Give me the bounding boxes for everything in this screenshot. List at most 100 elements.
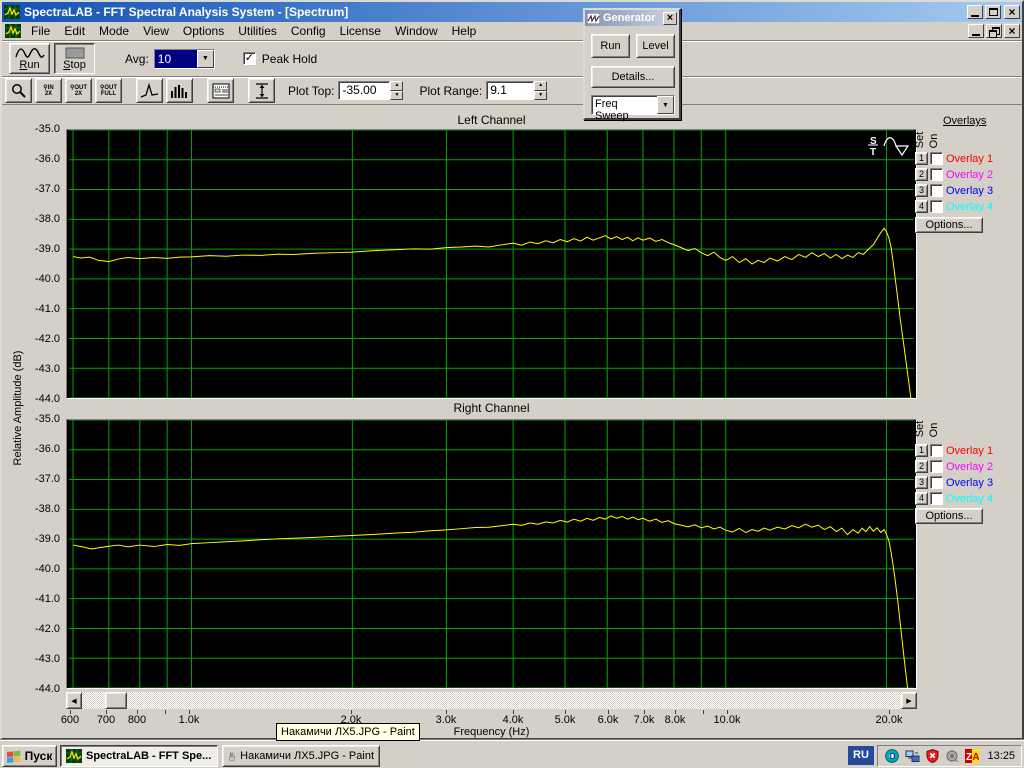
- generator-run-button[interactable]: Run: [591, 34, 630, 58]
- scroll-right-button[interactable]: ▶: [901, 692, 917, 709]
- search-icon: [11, 83, 27, 99]
- overlay-on-checkbox-4[interactable]: [930, 492, 943, 505]
- minimize-button[interactable]: [967, 5, 983, 19]
- task-button-paint[interactable]: Накамичи ЛХ5.JPG - Paint: [222, 745, 380, 767]
- overlay-on-checkbox-2[interactable]: [930, 460, 943, 473]
- overlay-on-checkbox-3[interactable]: [930, 476, 943, 489]
- run-button[interactable]: Run: [9, 43, 50, 74]
- y-tick-label: -36.0: [20, 443, 60, 455]
- overlay-options-button[interactable]: Options...: [915, 217, 983, 233]
- y-tick-label: -39.0: [20, 243, 60, 255]
- spin-up-icon[interactable]: ▲: [390, 81, 403, 91]
- mdi-restore-button[interactable]: [986, 24, 1002, 38]
- minimize-icon: [971, 15, 979, 17]
- zoom-out-2x-button[interactable]: ⚲OUT 2X: [65, 78, 92, 103]
- bar-plot-mode-button[interactable]: [166, 78, 193, 103]
- overlay-set-button-2[interactable]: 2: [915, 460, 928, 473]
- zoom-out-full-button[interactable]: ⚲OUT FULL: [95, 78, 122, 103]
- menu-item-options[interactable]: Options: [176, 22, 231, 40]
- maximize-button[interactable]: [985, 5, 1001, 19]
- menu-item-view[interactable]: View: [136, 22, 176, 40]
- scroll-left-button[interactable]: ◀: [66, 692, 82, 709]
- clock: 13:25: [987, 750, 1015, 762]
- generator-level-button[interactable]: Level: [636, 34, 675, 58]
- cd-player-tray-icon[interactable]: D: [884, 748, 900, 764]
- overlay-set-button-1[interactable]: 1: [915, 444, 928, 457]
- x-tick-mark: [703, 710, 704, 714]
- generator-mode-combobox[interactable]: Freq Sweep ▼: [591, 95, 675, 115]
- spectralab-task-icon: [66, 749, 82, 763]
- y-tick-label: -43.0: [20, 363, 60, 375]
- chevron-down-icon[interactable]: ▼: [657, 96, 674, 114]
- menu-item-license[interactable]: License: [333, 22, 388, 40]
- overlay-set-button-3[interactable]: 3: [915, 184, 928, 197]
- overlay-set-button-3[interactable]: 3: [915, 476, 928, 489]
- x-tick-label: 800: [115, 714, 159, 726]
- zoom-in-2x-button[interactable]: ⚲IN 2X: [35, 78, 62, 103]
- plot-range-input[interactable]: 9.1: [486, 81, 534, 100]
- overlay-set-button-1[interactable]: 1: [915, 152, 928, 165]
- mdi-minimize-button[interactable]: [968, 24, 984, 38]
- generator-details-button[interactable]: Details...: [591, 66, 675, 88]
- y-tick-label: -44.0: [20, 393, 60, 405]
- main-toolbar: Run Stop Avg: 10 ▼ ✓ Peak Hold: [2, 41, 1022, 77]
- display-settings-button[interactable]: [207, 78, 234, 103]
- mdi-close-button[interactable]: ×: [1004, 24, 1020, 38]
- plot-top-label: Plot Top:: [288, 84, 334, 98]
- spin-down-icon[interactable]: ▼: [390, 91, 403, 101]
- menu-item-utilities[interactable]: Utilities: [231, 22, 284, 40]
- peak-hold-checkbox[interactable]: ✓: [243, 52, 256, 65]
- generator-close-button[interactable]: ×: [663, 12, 677, 25]
- plot-top-input[interactable]: -35.00: [338, 81, 390, 100]
- scrollbar-thumb[interactable]: [105, 692, 127, 709]
- task-button-spectralab[interactable]: SpectraLAB - FFT Spe...: [60, 745, 218, 767]
- language-indicator[interactable]: RU: [848, 746, 874, 765]
- plot-top-spinner[interactable]: ▲▼: [390, 81, 403, 100]
- overlay-set-button-4[interactable]: 4: [915, 200, 928, 213]
- overlay-on-checkbox-2[interactable]: [930, 168, 943, 181]
- overlay-on-checkbox-3[interactable]: [930, 184, 943, 197]
- zonealarm-tray-icon[interactable]: ZA: [964, 748, 980, 764]
- spin-up-icon[interactable]: ▲: [534, 81, 547, 91]
- overlay-on-checkbox-4[interactable]: [930, 200, 943, 213]
- plot-horizontal-scrollbar[interactable]: ◀ ▶: [66, 692, 917, 709]
- x-tick-label: 8.0k: [653, 714, 697, 726]
- stop-label: top: [71, 59, 86, 71]
- menu-item-file[interactable]: File: [24, 22, 57, 40]
- generator-title: Generator: [603, 12, 661, 24]
- spectrum-curve-icon: [140, 83, 160, 99]
- overlay-set-button-2[interactable]: 2: [915, 168, 928, 181]
- start-button[interactable]: Пуск: [2, 745, 57, 767]
- overlay-on-checkbox-1[interactable]: [930, 152, 943, 165]
- overlay-set-label: Set: [914, 128, 926, 152]
- svg-text:T: T: [870, 147, 876, 158]
- taskbar-tooltip: Накамичи ЛХ5.JPG - Paint: [276, 723, 420, 741]
- menu-item-edit[interactable]: Edit: [57, 22, 92, 40]
- network-tray-icon[interactable]: [904, 748, 920, 764]
- spin-down-icon[interactable]: ▼: [534, 91, 547, 101]
- y-tick-label: -41.0: [20, 593, 60, 605]
- zoom-button[interactable]: [5, 78, 32, 103]
- overlay-options-button[interactable]: Options...: [915, 508, 983, 524]
- mdi-minimize-icon: [972, 34, 980, 36]
- menu-item-mode[interactable]: Mode: [92, 22, 136, 40]
- overlay-on-checkbox-1[interactable]: [930, 444, 943, 457]
- menu-item-window[interactable]: Window: [388, 22, 445, 40]
- stop-button[interactable]: Stop: [54, 43, 95, 74]
- menu-item-help[interactable]: Help: [445, 22, 484, 40]
- menu-item-config[interactable]: Config: [284, 22, 333, 40]
- antivirus-shield-tray-icon[interactable]: [924, 748, 940, 764]
- arrow-right-icon: ▶: [906, 697, 911, 705]
- chevron-down-icon[interactable]: ▼: [197, 50, 214, 68]
- close-button[interactable]: ×: [1004, 5, 1020, 19]
- volume-tray-icon[interactable]: [944, 748, 960, 764]
- autoscale-button[interactable]: [248, 78, 275, 103]
- avg-combobox[interactable]: 10 ▼: [154, 49, 215, 69]
- plot-range-spinner[interactable]: ▲▼: [534, 81, 547, 100]
- overlay-set-button-4[interactable]: 4: [915, 492, 928, 505]
- avg-value: 10: [155, 50, 197, 68]
- y-tick-label: -42.0: [20, 333, 60, 345]
- line-plot-mode-button[interactable]: [136, 78, 163, 103]
- y-tick-label: -38.0: [20, 503, 60, 515]
- right-channel-title: Right Channel: [66, 401, 917, 415]
